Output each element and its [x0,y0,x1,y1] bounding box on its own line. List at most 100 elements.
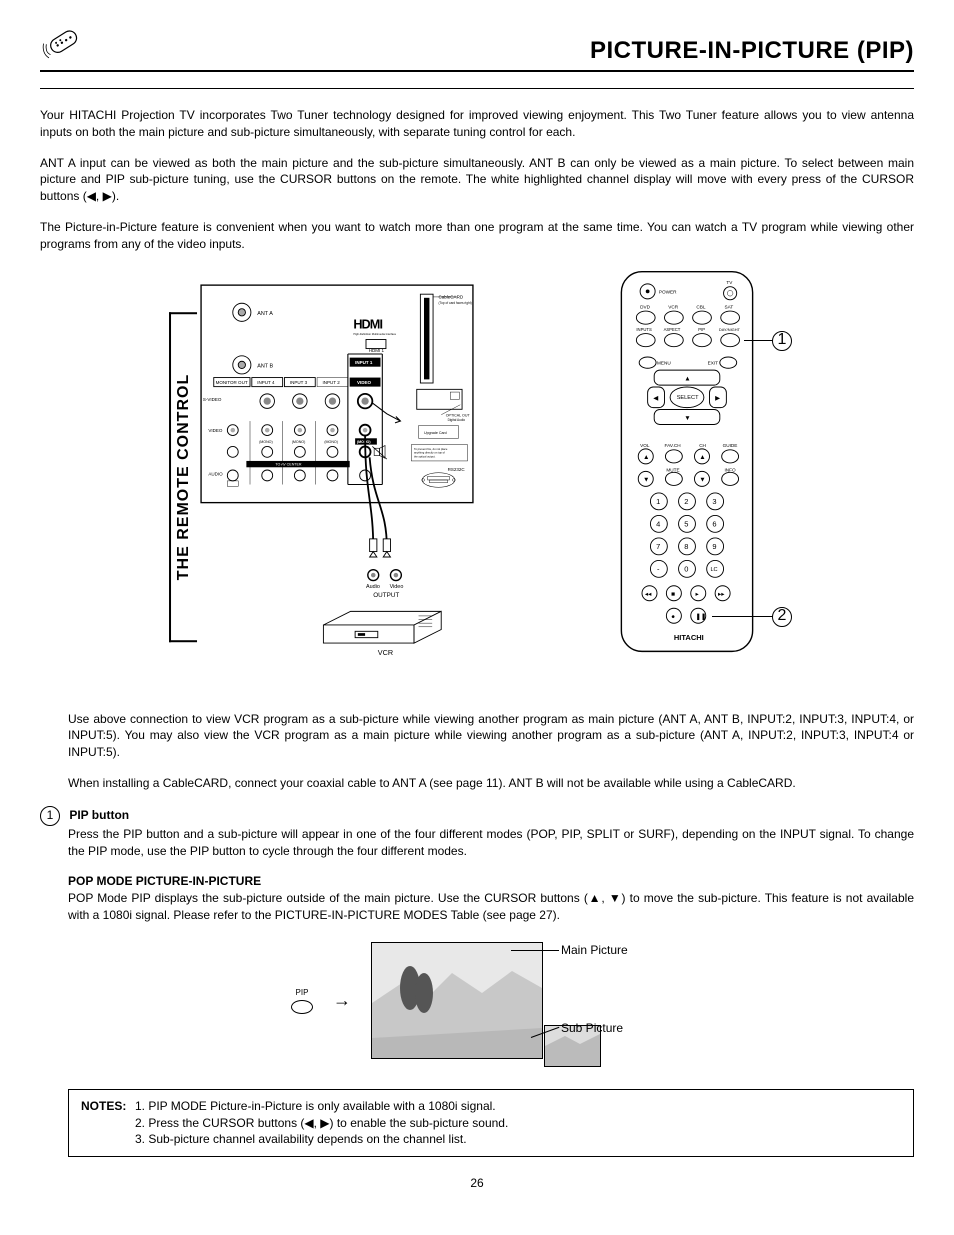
svg-text:RS232C: RS232C [448,466,466,471]
svg-text:8: 8 [684,542,688,551]
intro-p2: ANT A input can be viewed as both the ma… [40,155,914,205]
remote-logo-icon [40,30,94,68]
svg-text:7: 7 [656,542,660,551]
svg-text:INPUT 4: INPUT 4 [257,379,275,384]
svg-text:0: 0 [684,564,688,573]
svg-text:(MONO): (MONO) [292,439,306,443]
callout-2: 2 [772,607,792,627]
backpanel-diagram: ANT A ANT B HDMI High-Definition Multime… [192,267,482,687]
after-diagram-text: Use above connection to view VCR program… [40,711,914,792]
svg-text:(MONO): (MONO) [259,439,273,443]
svg-text:DVD: DVD [640,304,650,309]
page-title: PICTURE-IN-PICTURE (PIP) [590,34,914,68]
hdmi-sub: High-Definition Multimedia Interface [353,332,396,336]
svg-text:VCR: VCR [668,304,678,309]
svg-text:VIDEO: VIDEO [357,379,372,384]
intro-p1: Your HITACHI Projection TV incorporates … [40,107,914,141]
pop-mode-heading: POP MODE PICTURE-IN-PICTURE [68,874,261,888]
svg-text:(MONO): (MONO) [324,439,338,443]
svg-text:Audio: Audio [366,583,380,589]
note-3: Sub-picture channel availability depends… [148,1131,508,1148]
remote-brand: HITACHI [674,633,704,642]
svg-text:▸▸: ▸▸ [718,591,725,598]
svg-text:INPUT 1: INPUT 1 [355,360,373,365]
svg-text:OUTPUT: OUTPUT [373,591,399,598]
svg-text:POWER: POWER [659,289,677,294]
svg-text:9: 9 [712,542,716,551]
svg-text:SELECT: SELECT [677,395,699,401]
svg-text:VOL: VOL [640,443,650,448]
svg-text:MONITOR OUT: MONITOR OUT [216,379,248,384]
svg-text:▲: ▲ [684,375,690,382]
svg-text:OPTICAL OUT: OPTICAL OUT [446,413,471,417]
svg-text:VIDEO: VIDEO [208,428,223,433]
svg-text:GUIDE: GUIDE [723,443,738,448]
remote-diagram: POWER TV DVD VCR CBL SAT INPUTS ASPECT PIP DAY… [612,267,762,687]
notes-box: NOTES: PIP MODE Picture-in-Picture is on… [68,1089,914,1157]
arrow-icon: → [333,988,351,1013]
svg-text:MUTE: MUTE [666,467,679,472]
ant-b-label: ANT B [257,363,273,369]
hdmi1-label: HDMI 1 [369,348,385,353]
svg-text:INPUT 2: INPUT 2 [323,379,341,384]
svg-text:1: 1 [656,497,660,506]
svg-text:DAY/NIGHT: DAY/NIGHT [719,326,741,331]
svg-text:❚❚: ❚❚ [695,612,706,620]
pop-mode-text: POP Mode PIP displays the sub-picture ou… [68,890,914,924]
after-p1: Use above connection to view VCR program… [40,711,914,761]
svg-text:S-VIDEO: S-VIDEO [203,397,222,402]
vcr-label: VCR [378,647,393,656]
note-2: Press the CURSOR buttons (◀, ▶) to enabl… [148,1115,508,1132]
svg-text:INFO: INFO [725,467,737,472]
svg-text:CBL: CBL [696,304,705,309]
svg-text:Video: Video [390,583,404,589]
svg-text:3: 3 [712,497,716,506]
svg-text:▲: ▲ [699,454,705,461]
hdmi-logo: HDMI [353,317,382,331]
pip-button-heading: PIP button [69,808,129,822]
diagram-row: THE REMOTE CONTROL ANT A ANT B HDMI High… [40,267,914,687]
intro-p3: The Picture-in-Picture feature is conven… [40,219,914,253]
main-picture-box [371,942,543,1059]
svg-text:TV: TV [726,279,733,284]
svg-text:SAT: SAT [725,304,734,309]
svg-text:CableCARD: CableCARD [439,294,464,299]
page-header: PICTURE-IN-PICTURE (PIP) [40,30,914,72]
svg-text:Upgrade Card: Upgrade Card [424,430,447,434]
svg-text:▲: ▲ [643,454,649,461]
pip-button-section: 1 PIP button Press the PIP button and a … [40,806,914,860]
callout-1: 1 [772,331,792,351]
svg-text:▼: ▼ [699,476,705,483]
side-section-label: THE REMOTE CONTROL [169,311,197,641]
svg-text:EXIT: EXIT [708,360,719,365]
svg-text:◂◂: ◂◂ [645,591,652,598]
svg-text:MENU: MENU [657,360,671,365]
pip-button-icon: PIP [291,987,313,1014]
svg-text:6: 6 [712,519,716,528]
svg-text:▼: ▼ [684,414,690,421]
svg-text:2: 2 [684,497,688,506]
notes-label: NOTES: [81,1098,126,1115]
svg-text:FAV.CH: FAV.CH [665,443,681,448]
svg-text:the optical output.: the optical output. [414,454,436,458]
svg-text:5: 5 [684,519,688,528]
pip-btn-label: PIP [296,988,309,997]
svg-text:INPUT 3: INPUT 3 [290,379,308,384]
svg-text:AUDIO: AUDIO [208,471,223,476]
pip-illustration: PIP → Main Picture Sub Picture [40,942,914,1059]
svg-text:(MONO): (MONO) [357,439,371,443]
main-picture-label: Main Picture [561,942,628,959]
after-p2: When installing a CableCARD, connect you… [40,775,914,792]
svg-text:PIP: PIP [698,326,705,331]
svg-text:4: 4 [656,519,660,528]
svg-text:CH: CH [699,443,706,448]
svg-text:INPUTS: INPUTS [636,326,652,331]
svg-text:ASPECT: ASPECT [664,326,681,331]
intro-text: Your HITACHI Projection TV incorporates … [40,107,914,253]
svg-text:Digital Audio: Digital Audio [448,418,466,422]
note-1: PIP MODE Picture-in-Picture is only avai… [148,1098,508,1115]
pip-button-text: Press the PIP button and a sub-picture w… [68,826,914,860]
svg-text:TO AV CENTER: TO AV CENTER [275,462,302,466]
ant-a-label: ANT A [257,311,273,317]
pop-mode-section: POP MODE PICTURE-IN-PICTURE POP Mode PIP… [68,873,914,923]
